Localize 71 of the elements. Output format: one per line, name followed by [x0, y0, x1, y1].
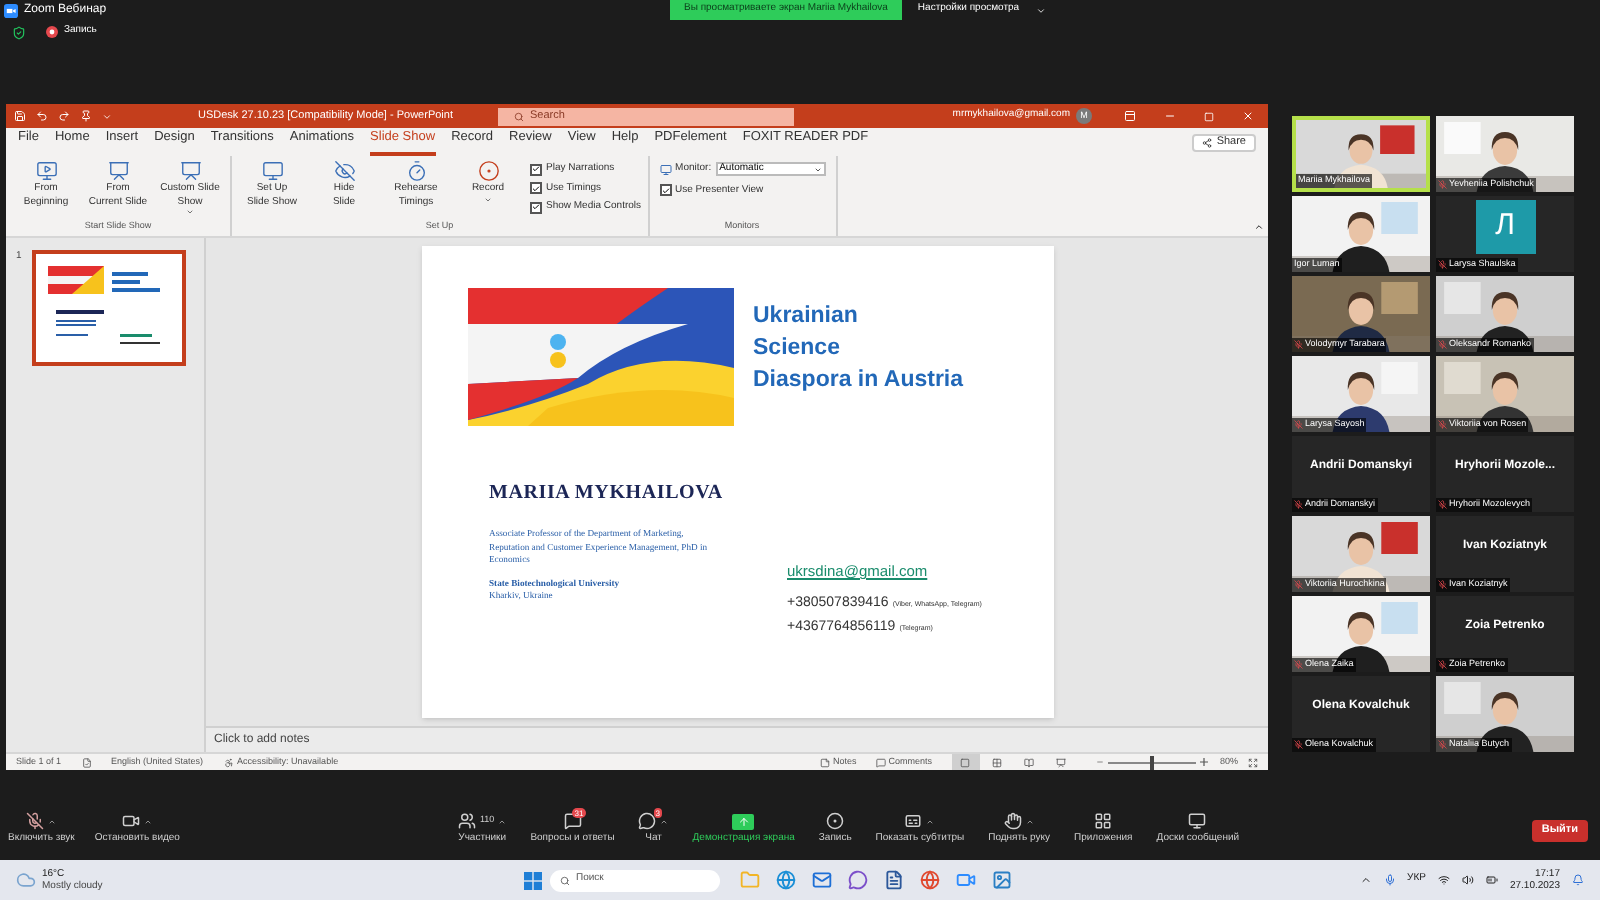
avatar-tile: Л	[1475, 200, 1535, 254]
shield-icon	[12, 25, 26, 39]
chat-bubble-icon	[638, 812, 657, 831]
timer-icon	[405, 160, 427, 182]
slide-title: Ukrainian	[753, 302, 860, 332]
video-camera-icon[interactable]	[956, 870, 976, 890]
muted-mic-icon	[26, 812, 45, 831]
grid-icon	[992, 757, 1003, 767]
slide-title: Science	[753, 334, 842, 364]
tray-caret-icon[interactable]	[1359, 874, 1372, 886]
record-icon	[46, 26, 58, 38]
view-button[interactable]	[951, 754, 980, 770]
slide-title: Diaspora in Austria	[753, 366, 964, 396]
book-icon	[1024, 757, 1035, 767]
monitor-play-icon	[35, 160, 57, 182]
presentation-icon	[107, 160, 129, 182]
save-icon[interactable]	[14, 110, 26, 122]
captions-icon	[904, 812, 923, 831]
whiteboard-icon	[1188, 812, 1207, 831]
maximize-icon[interactable]	[1204, 111, 1214, 121]
eye-off-icon	[333, 160, 355, 182]
hand-icon	[1004, 812, 1023, 831]
monitor-icon	[261, 160, 283, 182]
collapse-icon[interactable]	[1254, 222, 1264, 232]
search-icon	[514, 111, 524, 121]
checkbox[interactable]	[530, 182, 542, 195]
slide-thumbnail[interactable]	[31, 250, 186, 366]
checkbox[interactable]	[530, 201, 542, 214]
pin-icon[interactable]	[80, 110, 92, 122]
share-icon	[1202, 138, 1213, 148]
apps-icon	[1094, 812, 1113, 831]
ribbon-display-icon[interactable]	[1124, 110, 1136, 122]
checkbox[interactable]	[530, 163, 542, 176]
presentation-icon	[179, 160, 201, 182]
image-icon[interactable]	[992, 870, 1012, 890]
normal-view-icon	[960, 757, 971, 767]
zoom-in-icon[interactable]	[1199, 758, 1208, 766]
note-icon	[820, 757, 831, 767]
chat-bubble-icon[interactable]	[848, 870, 868, 890]
zoom-logo-icon	[4, 3, 18, 17]
close-icon[interactable]	[1242, 110, 1254, 122]
speaker-icon[interactable]	[1461, 874, 1474, 886]
spelling-icon[interactable]	[81, 757, 92, 767]
fit-slide-icon[interactable]	[1248, 757, 1258, 767]
monitor-icon	[659, 163, 672, 176]
microphone-icon[interactable]	[1383, 874, 1396, 886]
document-icon[interactable]	[884, 870, 904, 890]
speech-bubble-icon	[563, 812, 582, 831]
cloud-icon	[16, 870, 36, 890]
share-screen-icon	[732, 813, 755, 830]
author-name: MARIIA MYKHAILOVA	[489, 480, 725, 508]
comment-icon	[876, 757, 887, 767]
redo-icon[interactable]	[58, 110, 70, 122]
accessibility-icon	[223, 757, 234, 767]
notification-bell-icon[interactable]	[1572, 874, 1584, 886]
record-icon	[826, 812, 845, 831]
start-icon[interactable]	[524, 871, 542, 889]
checkbox[interactable]	[659, 184, 672, 197]
presentation-icon	[1056, 757, 1067, 767]
record-icon	[477, 160, 499, 182]
search-icon	[560, 875, 570, 885]
people-icon	[458, 812, 476, 831]
undo-icon[interactable]	[36, 110, 48, 122]
globe-icon[interactable]	[776, 870, 796, 890]
video-camera-icon	[122, 812, 141, 831]
battery-icon[interactable]	[1485, 874, 1498, 886]
caret-icon	[1035, 5, 1046, 15]
mail-icon[interactable]	[812, 870, 832, 890]
globe-icon[interactable]	[920, 870, 940, 890]
wifi-icon[interactable]	[1437, 874, 1450, 886]
check-icon	[661, 185, 670, 196]
